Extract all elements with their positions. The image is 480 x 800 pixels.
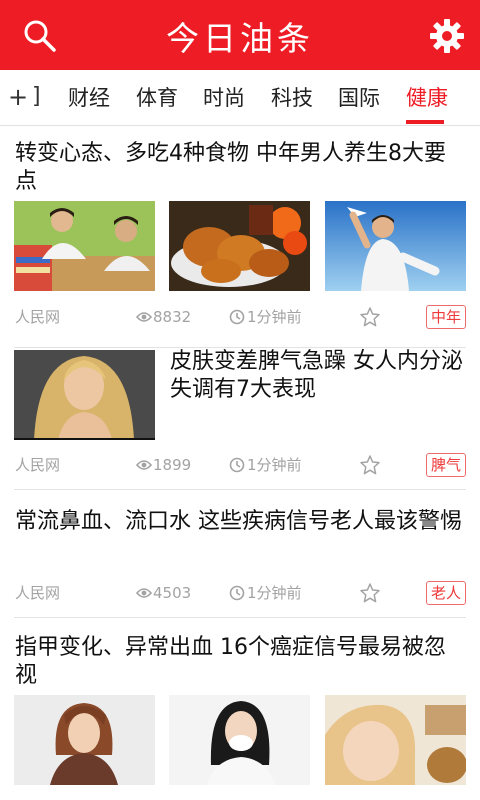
tab-sports[interactable]: 体育 — [136, 84, 178, 112]
article-source: 人民网 — [15, 308, 61, 326]
article-headline[interactable]: 指甲变化、异常出血 16个癌症信号最易被忽视 — [15, 634, 465, 690]
clock-icon — [229, 309, 245, 325]
views-icon — [136, 460, 152, 470]
article-thumbnail[interactable] — [14, 201, 155, 291]
tab-international[interactable]: 国际 — [338, 84, 380, 112]
article-timestamp: 1分钟前 — [247, 456, 302, 474]
article-source: 人民网 — [15, 456, 61, 474]
category-tab-bar: + ] 财经 体育 时尚 科技 国际 健康 — [0, 70, 480, 126]
clock-icon — [229, 457, 245, 473]
tab-health[interactable]: 健康 — [406, 84, 448, 112]
article-headline[interactable]: 皮肤变差脾气急躁 女人内分泌失调有7大表现 — [170, 348, 466, 404]
article-timestamp: 1分钟前 — [247, 308, 302, 326]
views-icon — [136, 312, 152, 322]
favorite-star-icon[interactable] — [359, 454, 381, 476]
article-tag[interactable]: 中年 — [426, 305, 467, 329]
article-thumbnail[interactable] — [325, 201, 466, 291]
article-tag[interactable]: 脾气 — [426, 453, 467, 477]
article-view-count: 4503 — [153, 584, 192, 602]
article-source: 人民网 — [15, 584, 61, 602]
favorite-star-icon[interactable] — [359, 582, 381, 604]
article-headline[interactable]: 常流鼻血、流口水 这些疾病信号老人最该警惕 — [15, 508, 465, 536]
add-category-button[interactable]: + — [8, 82, 28, 112]
article-view-count: 1899 — [153, 456, 192, 474]
article-timestamp: 1分钟前 — [247, 584, 302, 602]
tab-partial: ] — [32, 84, 41, 109]
article-thumbnail[interactable] — [325, 695, 466, 785]
app-header: 今日油条 — [0, 0, 480, 70]
clock-icon — [229, 585, 245, 601]
article-thumbnail[interactable] — [14, 350, 155, 440]
article-thumbnail[interactable] — [169, 695, 310, 785]
article-headline[interactable]: 转变心态、多吃4种食物 中年男人养生8大要点 — [15, 140, 465, 196]
active-tab-indicator — [406, 120, 444, 124]
article-card[interactable]: 皮肤变差脾气急躁 女人内分泌失调有7大表现 人民网 1899 1分钟前 脾气 — [0, 348, 480, 490]
article-tag[interactable]: 老人 — [426, 581, 467, 605]
favorite-star-icon[interactable] — [359, 306, 381, 328]
tab-fashion[interactable]: 时尚 — [203, 84, 245, 112]
article-view-count: 8832 — [153, 308, 192, 326]
article-card[interactable]: 指甲变化、异常出血 16个癌症信号最易被忽视 — [0, 618, 480, 800]
article-thumbnail[interactable] — [169, 201, 310, 291]
article-thumbnail[interactable] — [14, 695, 155, 785]
gear-icon[interactable] — [428, 17, 466, 55]
article-card[interactable]: 常流鼻血、流口水 这些疾病信号老人最该警惕 人民网 4503 1分钟前 老人 — [0, 490, 480, 618]
views-icon — [136, 588, 152, 598]
tab-finance[interactable]: 财经 — [68, 84, 110, 112]
app-title: 今日油条 — [166, 19, 314, 58]
tab-tech[interactable]: 科技 — [271, 84, 313, 112]
article-card[interactable]: 转变心态、多吃4种食物 中年男人养生8大要点 人民网 8832 1分钟前 中年 — [0, 126, 480, 348]
